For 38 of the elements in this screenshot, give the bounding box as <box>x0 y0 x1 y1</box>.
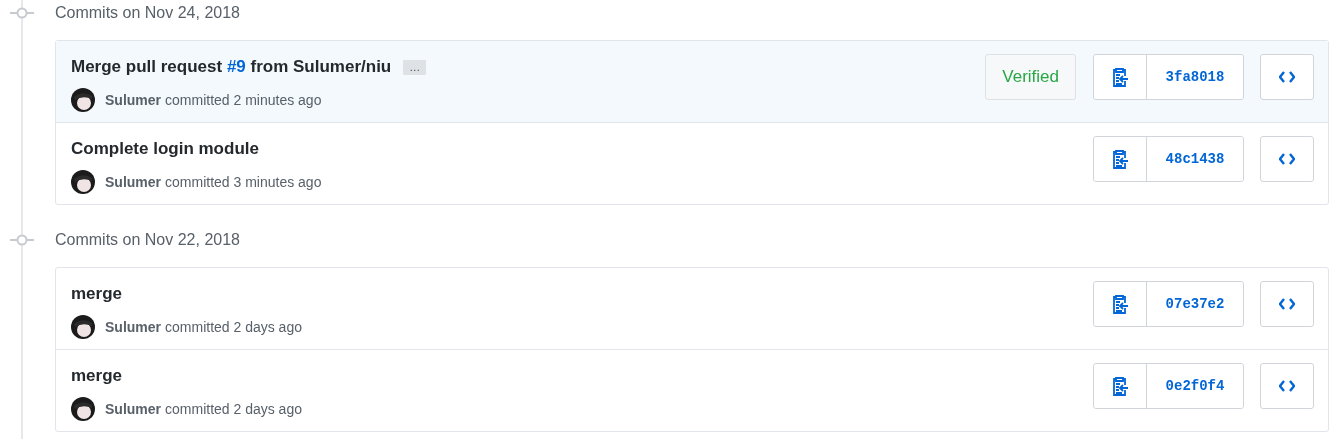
code-icon <box>1279 71 1295 83</box>
pull-request-link[interactable]: #9 <box>226 57 246 76</box>
clipboard-icon <box>1111 294 1129 314</box>
date-heading: Commits on Nov 24, 2018 <box>55 3 240 23</box>
code-icon <box>1279 298 1295 310</box>
clipboard-icon <box>1111 149 1129 169</box>
copy-button[interactable] <box>1094 364 1147 408</box>
browse-code-button[interactable] <box>1260 136 1314 182</box>
commit-title[interactable]: Merge pull request #9 from Sulumer/niu <box>71 57 392 77</box>
avatar[interactable] <box>71 170 95 194</box>
commit-time: committed 2 days ago <box>165 401 302 417</box>
code-icon <box>1279 153 1295 165</box>
author-name[interactable]: Sulumer <box>105 401 161 417</box>
commit-icon <box>10 6 34 20</box>
author-name[interactable]: Sulumer <box>105 319 161 335</box>
commit-title[interactable]: Complete login module <box>71 139 259 159</box>
author-name[interactable]: Sulumer <box>105 174 161 190</box>
avatar[interactable] <box>71 397 95 421</box>
copy-button[interactable] <box>1094 137 1147 181</box>
author-name[interactable]: Sulumer <box>105 92 161 108</box>
commit-title[interactable]: merge <box>71 284 123 304</box>
browse-code-button[interactable] <box>1260 54 1314 100</box>
copy-button[interactable] <box>1094 282 1147 326</box>
commit-time: committed 2 minutes ago <box>165 92 322 108</box>
clipboard-icon <box>1111 376 1129 396</box>
avatar[interactable] <box>71 88 95 112</box>
commit-time: committed 2 days ago <box>165 319 302 335</box>
browse-code-button[interactable] <box>1260 363 1314 409</box>
commit-title[interactable]: merge <box>71 366 123 386</box>
copy-button[interactable] <box>1094 55 1147 99</box>
browse-code-button[interactable] <box>1260 281 1314 327</box>
clipboard-icon <box>1111 67 1129 87</box>
code-icon <box>1279 380 1295 392</box>
commit-time: committed 3 minutes ago <box>165 174 322 190</box>
avatar[interactable] <box>71 315 95 339</box>
expand-button[interactable]: … <box>403 59 427 75</box>
commit-icon <box>10 233 34 247</box>
date-heading: Commits on Nov 22, 2018 <box>55 230 240 250</box>
